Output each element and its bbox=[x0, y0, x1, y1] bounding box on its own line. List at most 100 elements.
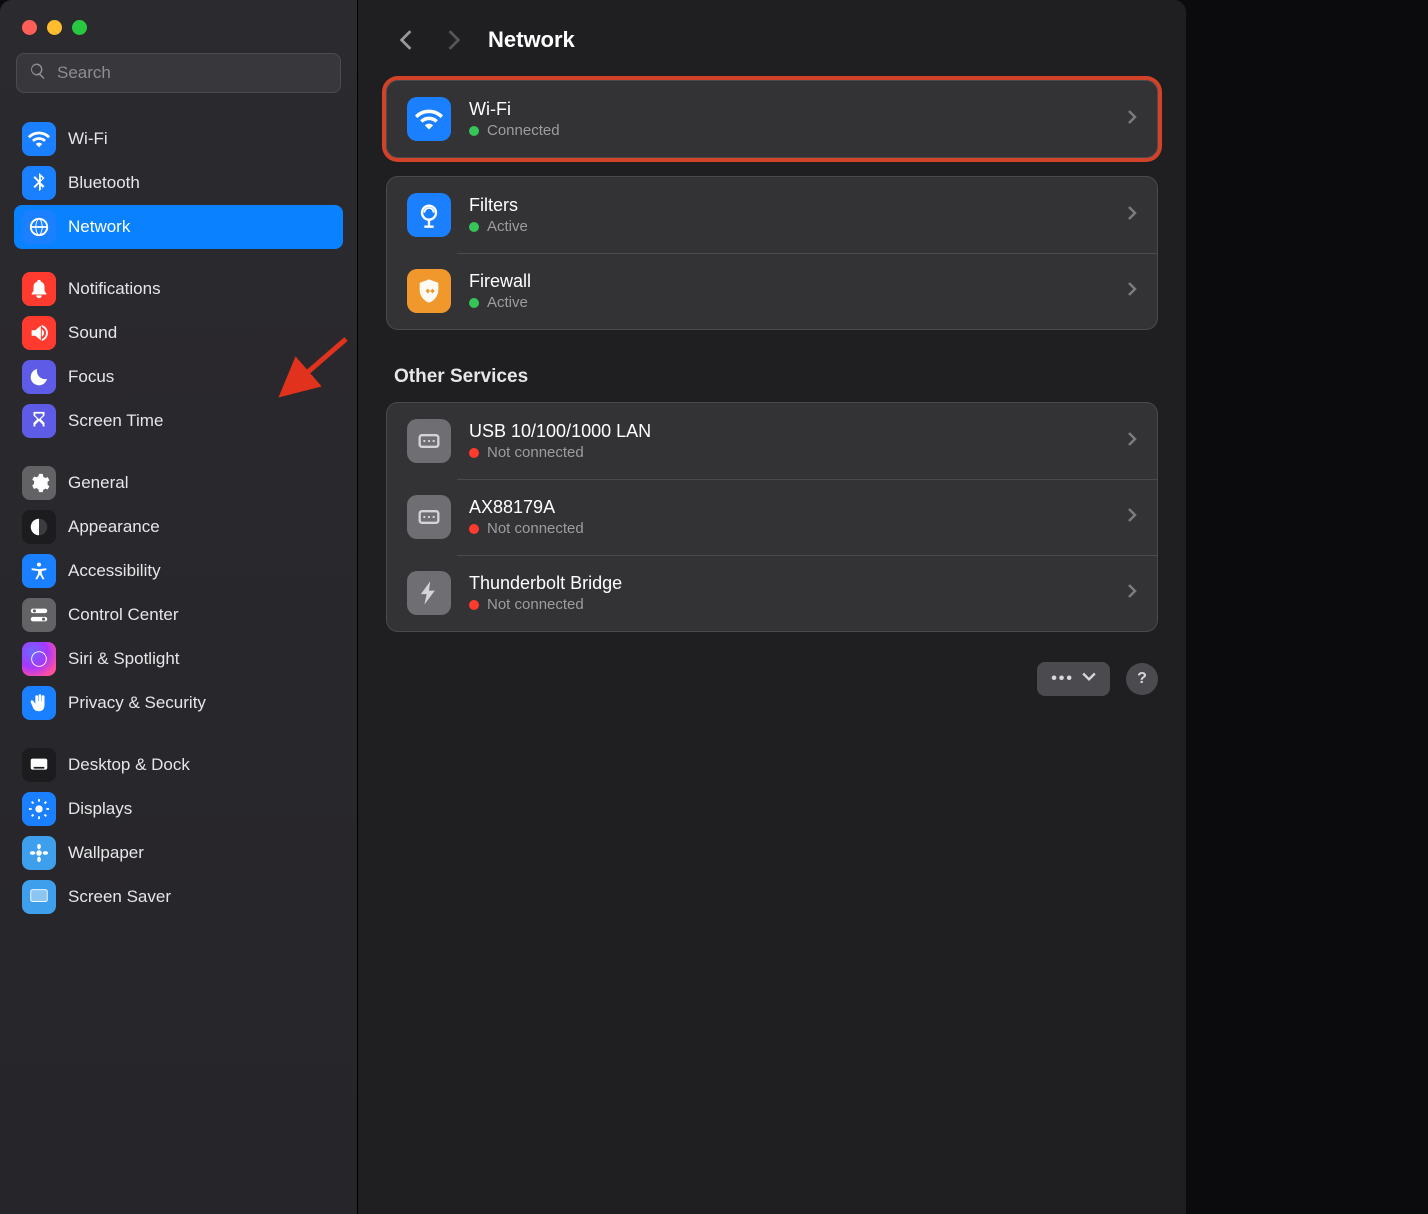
service-title: Firewall bbox=[469, 271, 1109, 292]
globe-icon bbox=[22, 210, 56, 244]
sidebar-item-wallpaper[interactable]: Wallpaper bbox=[14, 831, 343, 875]
help-button[interactable]: ? bbox=[1126, 663, 1158, 695]
sidebar: Wi-Fi Bluetooth Network bbox=[0, 0, 358, 1214]
sidebar-item-displays[interactable]: Displays bbox=[14, 787, 343, 831]
sidebar-item-label: Notifications bbox=[68, 279, 161, 299]
sidebar-item-label: Wi-Fi bbox=[68, 129, 108, 149]
ethernet-icon bbox=[407, 495, 451, 539]
status-dot bbox=[469, 524, 479, 534]
search-field[interactable] bbox=[16, 53, 341, 93]
service-title: Filters bbox=[469, 195, 1109, 216]
switches-icon bbox=[22, 598, 56, 632]
page-title: Network bbox=[488, 27, 575, 53]
forward-button[interactable] bbox=[440, 26, 468, 54]
sidebar-item-sound[interactable]: Sound bbox=[14, 311, 343, 355]
moon-icon bbox=[22, 360, 56, 394]
sidebar-item-siri-spotlight[interactable]: Siri & Spotlight bbox=[14, 637, 343, 681]
sidebar-item-notifications[interactable]: Notifications bbox=[14, 267, 343, 311]
section-label-other: Other Services bbox=[394, 366, 1158, 388]
service-row-thunderbolt[interactable]: Thunderbolt Bridge Not connected bbox=[387, 555, 1157, 631]
minimize-window-button[interactable] bbox=[47, 20, 62, 35]
sidebar-item-label: Siri & Spotlight bbox=[68, 649, 180, 669]
status-text: Connected bbox=[487, 122, 560, 139]
service-card-wifi: Wi-Fi Connected bbox=[386, 80, 1158, 158]
status-text: Not connected bbox=[487, 596, 584, 613]
ellipsis-icon: ••• bbox=[1051, 670, 1074, 688]
status-dot bbox=[469, 298, 479, 308]
status-text: Not connected bbox=[487, 444, 584, 461]
sidebar-item-screen-time[interactable]: Screen Time bbox=[14, 399, 343, 443]
chevron-right-icon bbox=[1127, 281, 1137, 302]
sidebar-item-label: Sound bbox=[68, 323, 117, 343]
service-row-usb-lan[interactable]: USB 10/100/1000 LAN Not connected bbox=[387, 403, 1157, 479]
service-row-filters[interactable]: Filters Active bbox=[387, 177, 1157, 253]
service-row-wifi[interactable]: Wi-Fi Connected bbox=[387, 81, 1157, 157]
sidebar-item-label: Wallpaper bbox=[68, 843, 144, 863]
status-dot bbox=[469, 222, 479, 232]
sidebar-item-label: Privacy & Security bbox=[68, 693, 206, 713]
sidebar-item-label: Accessibility bbox=[68, 561, 161, 581]
chevron-right-icon bbox=[1127, 205, 1137, 226]
close-window-button[interactable] bbox=[22, 20, 37, 35]
sidebar-item-wifi[interactable]: Wi-Fi bbox=[14, 117, 343, 161]
sidebar-item-focus[interactable]: Focus bbox=[14, 355, 343, 399]
sidebar-item-label: Desktop & Dock bbox=[68, 755, 190, 775]
sidebar-item-screen-saver[interactable]: Screen Saver bbox=[14, 875, 343, 919]
sidebar-item-network[interactable]: Network bbox=[14, 205, 343, 249]
back-button[interactable] bbox=[392, 26, 420, 54]
chevron-right-icon bbox=[1127, 507, 1137, 528]
hourglass-icon bbox=[22, 404, 56, 438]
firewall-icon bbox=[407, 269, 451, 313]
main-panel: Network Wi-Fi Connected bbox=[358, 0, 1186, 1214]
filters-icon bbox=[407, 193, 451, 237]
more-menu-button[interactable]: ••• bbox=[1037, 662, 1110, 696]
status-dot bbox=[469, 126, 479, 136]
accessibility-icon bbox=[22, 554, 56, 588]
sidebar-item-label: Appearance bbox=[68, 517, 160, 537]
siri-icon bbox=[22, 642, 56, 676]
screensaver-icon bbox=[22, 880, 56, 914]
chevron-down-icon bbox=[1082, 670, 1096, 689]
hand-icon bbox=[22, 686, 56, 720]
sidebar-item-control-center[interactable]: Control Center bbox=[14, 593, 343, 637]
ethernet-icon bbox=[407, 419, 451, 463]
brightness-icon bbox=[22, 792, 56, 826]
flower-icon bbox=[22, 836, 56, 870]
sidebar-item-privacy-security[interactable]: Privacy & Security bbox=[14, 681, 343, 725]
sidebar-item-label: Focus bbox=[68, 367, 114, 387]
status-dot bbox=[469, 448, 479, 458]
header: Network bbox=[386, 0, 1158, 80]
bluetooth-icon bbox=[22, 166, 56, 200]
status-dot bbox=[469, 600, 479, 610]
gear-icon bbox=[22, 466, 56, 500]
sidebar-item-appearance[interactable]: Appearance bbox=[14, 505, 343, 549]
sidebar-item-bluetooth[interactable]: Bluetooth bbox=[14, 161, 343, 205]
service-row-firewall[interactable]: Firewall Active bbox=[387, 253, 1157, 329]
sidebar-item-label: Screen Time bbox=[68, 411, 163, 431]
other-services-card: USB 10/100/1000 LAN Not connected AX8817… bbox=[386, 402, 1158, 632]
dock-icon bbox=[22, 748, 56, 782]
sidebar-item-label: Displays bbox=[68, 799, 132, 819]
service-title: USB 10/100/1000 LAN bbox=[469, 421, 1109, 442]
status-text: Active bbox=[487, 218, 528, 235]
search-input[interactable] bbox=[55, 62, 328, 84]
sidebar-item-label: Bluetooth bbox=[68, 173, 140, 193]
status-text: Active bbox=[487, 294, 528, 311]
sidebar-item-label: Control Center bbox=[68, 605, 179, 625]
zoom-window-button[interactable] bbox=[72, 20, 87, 35]
thunderbolt-icon bbox=[407, 571, 451, 615]
sidebar-item-desktop-dock[interactable]: Desktop & Dock bbox=[14, 743, 343, 787]
search-icon bbox=[29, 62, 47, 85]
window-controls bbox=[0, 0, 357, 35]
service-title: Wi-Fi bbox=[469, 99, 1109, 120]
service-card-secondary: Filters Active Firewall bbox=[386, 176, 1158, 330]
chevron-right-icon bbox=[1127, 109, 1137, 130]
sidebar-item-general[interactable]: General bbox=[14, 461, 343, 505]
footer: ••• ? bbox=[386, 662, 1158, 696]
appearance-icon bbox=[22, 510, 56, 544]
status-text: Not connected bbox=[487, 520, 584, 537]
chevron-right-icon bbox=[1127, 431, 1137, 452]
sidebar-item-accessibility[interactable]: Accessibility bbox=[14, 549, 343, 593]
sidebar-item-label: Network bbox=[68, 217, 130, 237]
service-row-ax88179a[interactable]: AX88179A Not connected bbox=[387, 479, 1157, 555]
